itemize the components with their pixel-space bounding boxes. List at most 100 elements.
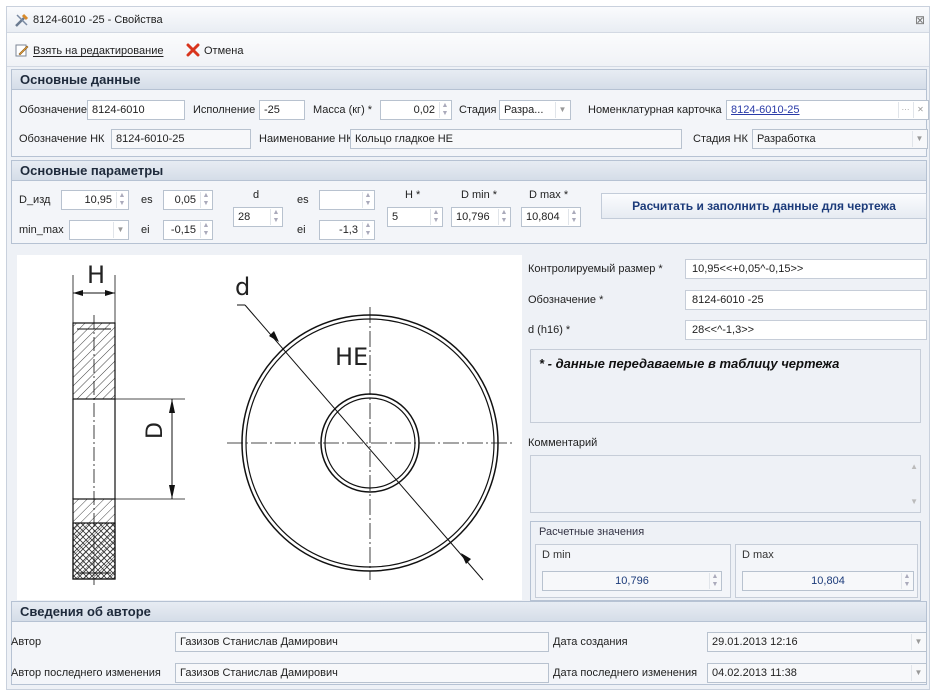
scroll-up-icon[interactable]: ▲ [910, 462, 918, 471]
right-designation-label: Обозначение * [528, 294, 604, 306]
es1-field[interactable]: 0,05 ▲ ▼ [163, 190, 213, 210]
minmax-select[interactable]: ▼ [69, 220, 129, 240]
calc-values-group: Расчетные значения D min 10,796 ▲ ▼ D max … [530, 521, 921, 601]
spin-icon[interactable]: ▲ ▼ [498, 209, 509, 225]
spin-icon[interactable]: ▲ ▼ [200, 192, 211, 208]
calc-dmin-field[interactable]: 10,796 ▲ ▼ [542, 571, 722, 591]
modified-field[interactable]: 04.02.2013 11:38 ▼ [707, 663, 927, 683]
cancel-button[interactable]: Отмена [186, 43, 243, 59]
dmax-field[interactable]: 10,804 ▲ ▼ [521, 207, 581, 227]
last-author-label: Автор последнего изменения [11, 667, 161, 679]
toolbar: Взять на редактирование Отмена [7, 33, 929, 67]
chevron-down-icon[interactable]: ▼ [912, 131, 926, 147]
execution-label: Исполнение [193, 104, 256, 116]
author-label: Автор [11, 636, 42, 648]
comment-label: Комментарий [528, 437, 598, 449]
d-field[interactable]: 28 ▲ ▼ [233, 207, 283, 227]
es1-label: es [141, 194, 153, 206]
calc-group-label: Расчетные значения [539, 526, 645, 538]
mass-field[interactable]: 0,02 ▲ ▼ [380, 100, 452, 120]
calc-dmin-label: D min [542, 549, 571, 561]
last-author-field[interactable]: Газизов Станислав Дамирович [175, 663, 549, 683]
red-x-icon [186, 43, 200, 60]
dmin-field[interactable]: 10,796 ▲ ▼ [451, 207, 511, 227]
edit-button[interactable]: Взять на редактирование [15, 43, 163, 59]
controlled-label: Контролируемый размер * [528, 263, 663, 275]
spin-icon[interactable]: ▲ ▼ [430, 209, 441, 225]
spin-icon[interactable]: ▲ ▼ [116, 192, 127, 208]
chevron-down-icon[interactable]: ▼ [911, 665, 925, 681]
pencil-icon [15, 43, 29, 60]
card-link[interactable]: 8124-6010-25 [731, 104, 800, 116]
clear-icon[interactable]: ✕ [913, 102, 927, 118]
spin-icon[interactable]: ▲ ▼ [200, 222, 211, 238]
ei1-field[interactable]: -0,15 ▲ ▼ [163, 220, 213, 240]
controlled-field[interactable]: 10,95<<+0,05^-0,15>> [685, 259, 927, 279]
h-label: H * [405, 189, 421, 201]
spin-icon[interactable]: ▲ ▼ [709, 573, 720, 589]
author-header: Сведения об авторе [12, 602, 926, 622]
params-header: Основные параметры [12, 161, 926, 181]
close-icon[interactable]: ⊠ [915, 13, 929, 27]
edit-button-label: Взять на редактирование [33, 45, 164, 57]
minmax-label: min_max [19, 224, 64, 236]
d-izd-label: D_изд [19, 194, 51, 206]
ei2-label: ei [297, 224, 306, 236]
basic-data-header: Основные данные [12, 70, 926, 90]
dh16-field[interactable]: 28<<^-1,3>> [685, 320, 927, 340]
calculate-button[interactable]: Расчитать и заполнить данные для чертежа [601, 193, 927, 219]
card-label: Номенклатурная карточка [588, 104, 722, 116]
stage-label: Стадия [459, 104, 497, 116]
nk-designation-field[interactable]: 8124-6010-25 [111, 129, 251, 149]
chevron-down-icon[interactable]: ▼ [555, 102, 569, 118]
designation-field[interactable]: 8124-6010 [87, 100, 185, 120]
created-field[interactable]: 29.01.2013 12:16 ▼ [707, 632, 927, 652]
ellipsis-icon[interactable]: ··· [898, 102, 912, 118]
comment-field[interactable]: ▲ ▼ [530, 455, 921, 513]
he-mark-label: НЕ [335, 343, 369, 371]
nk-stage-label: Стадия НК [693, 133, 748, 145]
author-field[interactable]: Газизов Станислав Дамирович [175, 632, 549, 652]
ei2-field[interactable]: -1,3 ▲ ▼ [319, 220, 375, 240]
spin-icon[interactable]: ▲ ▼ [362, 222, 373, 238]
d-dim-label: d [235, 273, 251, 301]
card-field[interactable]: 8124-6010-25 ··· ✕ [726, 100, 929, 120]
dmax-box: D max 10,804 ▲ ▼ [735, 544, 918, 598]
spin-icon[interactable]: ▲ ▼ [901, 573, 912, 589]
spin-icon[interactable]: ▲ ▼ [568, 209, 579, 225]
dmax-label: D max * [529, 189, 569, 201]
h-dim-label: H [87, 261, 106, 289]
calc-dmax-label: D max [742, 549, 774, 561]
note-box: * - данные передаваемые в таблицу чертеж… [530, 349, 921, 423]
title-bar: 8124-6010 -25 - Свойства ⊠ [7, 7, 929, 33]
D-dim-label: D [143, 422, 168, 439]
right-designation-field[interactable]: 8124-6010 -25 [685, 290, 927, 310]
cancel-button-label: Отмена [204, 45, 244, 57]
tools-icon [14, 12, 30, 28]
nk-name-label: Наименование НК [259, 133, 353, 145]
calc-dmax-field[interactable]: 10,804 ▲ ▼ [742, 571, 914, 591]
created-label: Дата создания [553, 636, 628, 648]
ei1-label: ei [141, 224, 150, 236]
spin-icon[interactable]: ▲ ▼ [362, 192, 373, 208]
mass-label: Масса (кг) * [313, 104, 373, 116]
spin-icon[interactable]: ▲ ▼ [270, 209, 281, 225]
dmin-box: D min 10,796 ▲ ▼ [535, 544, 731, 598]
execution-field[interactable]: -25 [259, 100, 305, 120]
stage-select[interactable]: Разра... ▼ [499, 100, 571, 120]
es2-field[interactable]: ▲ ▼ [319, 190, 375, 210]
chevron-down-icon[interactable]: ▼ [911, 634, 925, 650]
d-izd-field[interactable]: 10,95 ▲ ▼ [61, 190, 129, 210]
nk-designation-label: Обозначение НК [19, 133, 105, 145]
nk-stage-select[interactable]: Разработка ▼ [752, 129, 928, 149]
modified-label: Дата последнего изменения [553, 667, 698, 679]
spin-icon[interactable]: ▲ ▼ [439, 102, 450, 118]
chevron-down-icon[interactable]: ▼ [113, 222, 127, 238]
properties-window: 8124-6010 -25 - Свойства ⊠ Взять на реда… [6, 6, 930, 690]
nk-name-field[interactable]: Кольцо гладкое НЕ [350, 129, 682, 149]
es2-label: es [297, 194, 309, 206]
window-title: 8124-6010 -25 - Свойства [33, 14, 163, 26]
h-field[interactable]: 5 ▲ ▼ [387, 207, 443, 227]
ring-drawing: H d НЕ D [17, 255, 522, 600]
scroll-down-icon[interactable]: ▼ [910, 497, 918, 506]
